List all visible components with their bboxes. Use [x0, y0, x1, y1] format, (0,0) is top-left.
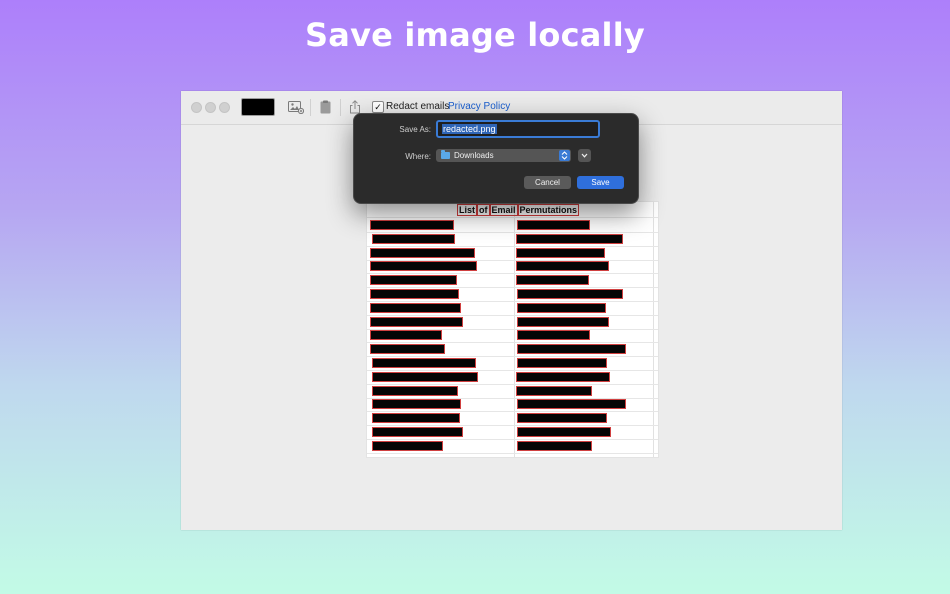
redaction-bar	[517, 427, 611, 437]
toolbar-divider	[310, 99, 311, 116]
privacy-policy-link[interactable]: Privacy Policy	[448, 101, 510, 112]
redaction-bar	[370, 247, 475, 258]
close-window-button[interactable]	[191, 102, 202, 113]
redaction-bar	[372, 358, 476, 368]
redaction-bar	[517, 399, 626, 410]
redaction-bar	[517, 302, 606, 313]
redaction-bar	[372, 413, 460, 424]
redaction-bar	[517, 358, 607, 368]
clipboard-icon	[320, 100, 330, 114]
share-icon	[350, 100, 360, 114]
redaction-bar	[372, 427, 463, 437]
redaction-bar	[372, 399, 461, 410]
redaction-bar	[372, 233, 455, 244]
sheet-header-word: Email	[489, 204, 518, 216]
image-icon	[288, 100, 304, 114]
redaction-bar	[516, 385, 592, 396]
sheet-header-word: of	[477, 204, 490, 216]
redaction-bar	[517, 289, 623, 299]
redaction-bar	[517, 330, 590, 341]
redaction-bar	[370, 261, 477, 272]
sheet-header: List of Email Permutations	[457, 204, 580, 216]
redaction-bar	[370, 220, 454, 230]
redact-emails-label: Redact emails	[386, 101, 450, 112]
save-as-label: Save As:	[399, 125, 431, 134]
save-dialog: Save As: redacted.png Where: Downloads C…	[353, 113, 639, 204]
sheet-header-word: List	[457, 204, 478, 216]
save-button[interactable]: Save	[577, 176, 624, 189]
cancel-button[interactable]: Cancel	[524, 176, 571, 189]
filename-value: redacted.png	[442, 124, 497, 134]
redaction-bar	[517, 440, 592, 451]
copy-to-clipboard-button[interactable]	[315, 97, 335, 117]
where-value: Downloads	[454, 151, 494, 160]
redaction-bar	[370, 330, 442, 341]
sheet-header-word: Permutations	[517, 204, 580, 216]
where-select[interactable]: Downloads	[436, 149, 571, 162]
filename-input[interactable]: redacted.png	[436, 120, 600, 138]
redaction-bar	[516, 275, 589, 286]
spreadsheet-preview: List of Email Permutations	[366, 201, 659, 458]
redaction-bar	[372, 385, 458, 396]
sheet-row-line	[367, 452, 658, 454]
redaction-bar	[517, 220, 590, 230]
redaction-bar	[372, 371, 478, 382]
app-window: ✓ Redact emails Privacy Policy List of Ema…	[181, 91, 842, 530]
redaction-bar	[516, 371, 610, 382]
minimize-window-button[interactable]	[205, 102, 216, 113]
redaction-bar	[370, 275, 457, 286]
redaction-bar	[370, 289, 459, 299]
sheet-row-line	[367, 217, 658, 218]
redaction-bar	[517, 413, 607, 424]
redaction-bar	[516, 233, 623, 244]
redaction-bar	[370, 316, 463, 327]
redaction-bar	[370, 302, 461, 313]
folder-icon	[441, 150, 450, 159]
banner-title: Save image locally	[305, 16, 645, 54]
redact-emails-checkbox[interactable]: ✓	[372, 101, 384, 113]
redaction-bar	[516, 247, 605, 258]
expand-dialog-button[interactable]	[578, 149, 591, 162]
chevron-down-icon	[581, 153, 588, 158]
color-swatch-button[interactable]	[241, 98, 275, 116]
redaction-bar	[516, 261, 609, 272]
updown-chevron-icon	[559, 150, 570, 161]
toolbar-divider	[340, 99, 341, 116]
zoom-window-button[interactable]	[219, 102, 230, 113]
redaction-bar	[372, 440, 443, 451]
redaction-bar	[370, 344, 445, 355]
where-label: Where:	[405, 152, 431, 161]
image-button[interactable]	[285, 97, 307, 117]
redaction-bar	[517, 344, 626, 355]
redaction-bar	[517, 316, 609, 327]
